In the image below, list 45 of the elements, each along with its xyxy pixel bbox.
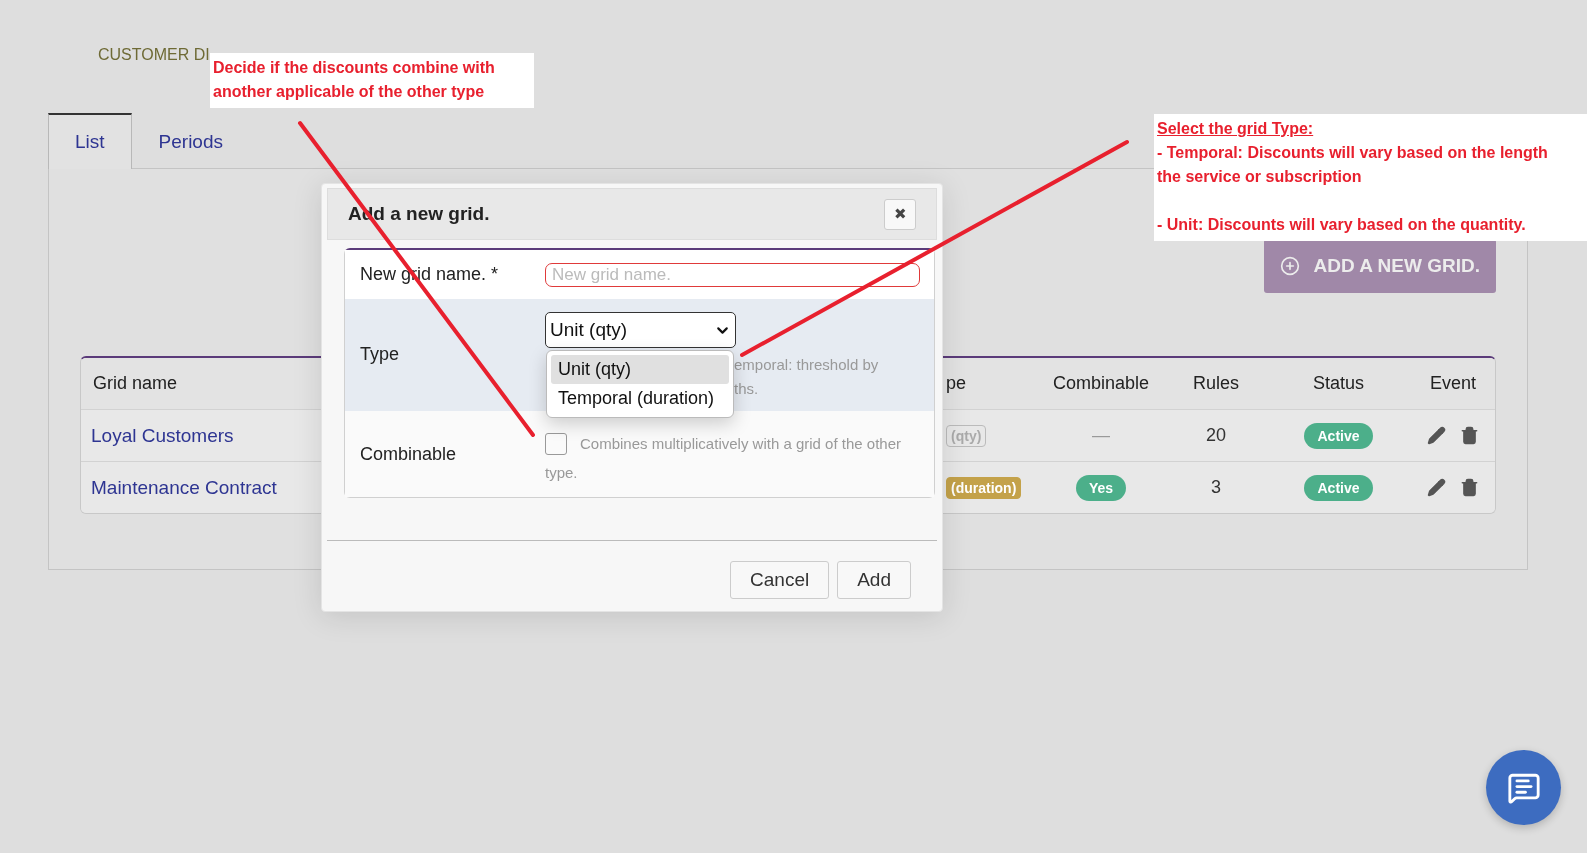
field-label: Type xyxy=(360,344,401,365)
type-hint: emporal: threshold by xyxy=(734,355,879,375)
combinable-dash: — xyxy=(1092,425,1110,446)
column-header: Grid name xyxy=(92,373,178,394)
rules-count: 20 xyxy=(1206,425,1226,446)
trash-icon[interactable] xyxy=(1460,426,1479,445)
page-title: CUSTOMER DI xyxy=(98,46,210,65)
annotation-text: Decide if the discounts combine with xyxy=(213,58,495,78)
status-badge: Active xyxy=(1304,422,1373,449)
combinable-description: Combines multiplicatively with a grid of the other xyxy=(580,434,901,454)
status-badge: Active xyxy=(1304,474,1373,501)
column-header: Rules xyxy=(1193,373,1239,394)
grid-name-input[interactable]: New grid name. xyxy=(545,262,920,287)
combinable-checkbox[interactable] xyxy=(545,432,567,455)
annotation-text: another applicable of the other type xyxy=(213,82,485,102)
close-button[interactable]: ✖ xyxy=(884,198,916,230)
edit-icon[interactable] xyxy=(1427,478,1446,497)
dialog-button[interactable]: Add xyxy=(837,561,911,599)
chat-button[interactable] xyxy=(1486,750,1561,825)
field-label: Combinable xyxy=(360,443,458,465)
type-badge: (duration) xyxy=(946,476,1022,499)
column-header: Combinable xyxy=(1052,373,1150,394)
dialog-button[interactable]: Cancel xyxy=(730,561,830,599)
grid-name-link[interactable]: Loyal Customers xyxy=(91,424,234,447)
combinable-description: type. xyxy=(545,463,578,483)
column-header: Status xyxy=(1313,373,1364,394)
rules-count: 3 xyxy=(1211,477,1221,498)
annotation-text: - Unit: Discounts will vary based on the quantity. xyxy=(1157,215,1526,235)
column-header: Event xyxy=(1430,373,1476,394)
type-select[interactable]: Unit (qty) xyxy=(545,312,736,348)
trash-icon[interactable] xyxy=(1460,478,1479,497)
type-badge: (qty) xyxy=(946,424,987,447)
plus-icon xyxy=(1279,256,1300,276)
type-hint: ths. xyxy=(734,379,760,399)
annotation-heading: Select the grid Type: xyxy=(1157,119,1315,139)
tab[interactable]: Periods xyxy=(131,113,250,169)
dropdown-option[interactable]: Temporal (duration) xyxy=(551,384,729,413)
grid-name-link[interactable]: Maintenance Contract xyxy=(91,476,277,499)
annotation-text: - Temporal: Discounts will vary based on the length xyxy=(1157,143,1548,163)
tab[interactable]: List xyxy=(48,113,132,169)
combinable-badge: Yes xyxy=(1075,474,1127,501)
dropdown-option[interactable]: Unit (qty) xyxy=(551,355,729,384)
annotation-text: the service or subscription xyxy=(1157,167,1362,187)
edit-icon[interactable] xyxy=(1427,426,1446,445)
column-header: pe xyxy=(946,373,967,394)
